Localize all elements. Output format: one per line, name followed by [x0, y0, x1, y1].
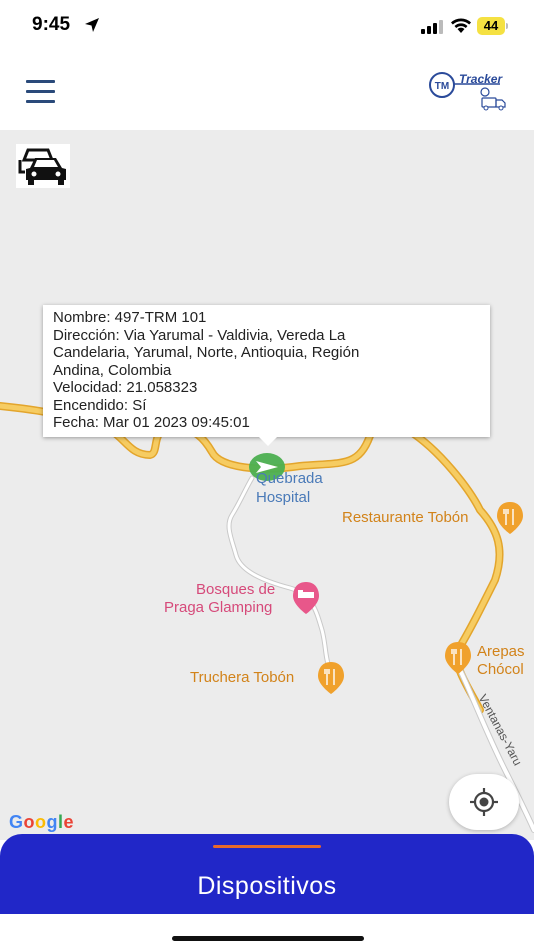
panel-drag-handle[interactable]: [213, 845, 321, 848]
devices-panel[interactable]: Dispositivos: [0, 834, 534, 914]
app-header: TM Tracker: [0, 54, 534, 130]
battery-level: 44: [483, 18, 499, 33]
cars-icon: [18, 148, 66, 185]
home-bar: [0, 914, 534, 950]
info-direccion-line2: Candelaria, Yarumal, Norte, Antioquia, R…: [53, 344, 360, 361]
restaurant-pin-icon-2[interactable]: [318, 662, 344, 694]
menu-icon-bar-top: [26, 80, 55, 83]
google-logo: Google: [9, 812, 75, 832]
info-nombre: Nombre: 497-TRM 101: [53, 309, 207, 326]
status-bar: 9:45 44: [0, 0, 534, 54]
place-label-hospital[interactable]: Hospital: [256, 489, 310, 506]
place-label-bosques-line1[interactable]: Bosques de: [196, 581, 275, 598]
battery-icon: 44: [477, 17, 509, 35]
signal-icon: [421, 20, 443, 34]
menu-icon-bar-middle: [26, 90, 55, 93]
restaurant-pin-icon-3[interactable]: [445, 642, 471, 674]
popup-tail: [258, 436, 278, 446]
place-label-truchera-tobon[interactable]: Truchera Tobón: [190, 669, 294, 686]
my-location-button[interactable]: [449, 774, 519, 830]
location-arrow-icon: [85, 18, 99, 32]
info-direccion-line1: Dirección: Via Yarumal - Valdivia, Vered…: [53, 326, 346, 344]
restaurant-pin-icon[interactable]: [497, 502, 523, 534]
menu-button[interactable]: [26, 80, 56, 104]
status-time: 9:45: [32, 14, 71, 35]
place-label-arepas-line2[interactable]: Chócol: [477, 661, 524, 678]
devices-panel-title[interactable]: Dispositivos: [0, 872, 534, 901]
logo-badge: TM: [435, 81, 449, 92]
place-label-quebrada[interactable]: Quebrada: [256, 470, 323, 487]
crosshair-icon: [470, 788, 498, 816]
vehicles-button[interactable]: [16, 144, 70, 188]
map-view[interactable]: Nombre: 497-TRM 101 Dirección: Via Yarum…: [0, 130, 534, 840]
tracker-logo: TM Tracker: [429, 72, 506, 111]
home-indicator[interactable]: [172, 936, 364, 941]
info-fecha: Fecha: Mar 01 2023 09:45:01: [53, 414, 250, 431]
vehicle-info-popup: Nombre: 497-TRM 101 Dirección: Via Yarum…: [43, 305, 490, 437]
menu-icon-bar-bottom: [26, 100, 55, 103]
info-velocidad: Velocidad: 21.058323: [53, 379, 198, 396]
info-direccion-line3: Andina, Colombia: [53, 361, 172, 379]
place-label-bosques-line2[interactable]: Praga Glamping: [164, 599, 272, 616]
wifi-icon: [451, 18, 471, 33]
place-label-restaurante-tobon[interactable]: Restaurante Tobón: [342, 509, 468, 526]
info-encendido: Encendido: Sí: [53, 396, 147, 414]
logo-text: Tracker: [459, 72, 503, 86]
place-label-arepas-line1[interactable]: Arepas: [477, 643, 525, 660]
